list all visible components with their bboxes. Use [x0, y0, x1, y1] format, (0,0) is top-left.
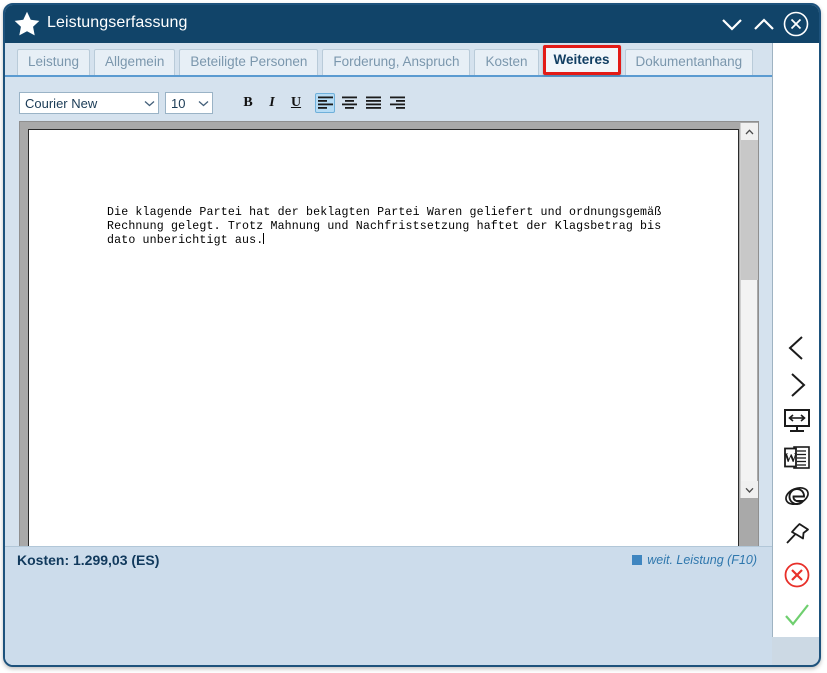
pushpin-icon — [786, 523, 809, 544]
chevron-down-icon — [140, 100, 158, 107]
tab-kosten[interactable]: Kosten — [474, 49, 539, 75]
align-center-icon — [341, 96, 357, 109]
chevron-down-icon — [722, 19, 742, 31]
chevron-left-icon — [788, 336, 803, 360]
align-justify-button[interactable] — [363, 93, 383, 113]
document-text: Die klagende Partei hat der beklagten Pa… — [107, 206, 677, 248]
previous-button[interactable] — [782, 333, 812, 363]
align-justify-icon — [365, 96, 381, 109]
tab-strip: Leistung Allgemein Beteiligte Personen F… — [5, 43, 772, 77]
red-circle-x-icon — [784, 562, 810, 588]
word-document-icon: W — [784, 446, 810, 469]
align-center-button[interactable] — [339, 93, 359, 113]
editor-vertical-scrollbar[interactable] — [740, 123, 758, 498]
tab-content-weiteres: Courier New 10 B I U Die klagende Partei… — [5, 77, 772, 605]
word-export-button[interactable]: W — [782, 443, 812, 473]
circle-x-icon — [783, 11, 809, 37]
svg-text:W: W — [784, 450, 797, 465]
bottom-filler — [5, 574, 772, 665]
format-toolbar: Courier New 10 B I U — [5, 77, 772, 117]
text-caret — [263, 233, 265, 244]
rich-text-editor: Die klagende Partei hat der beklagten Pa… — [19, 121, 759, 574]
window-frame: Leistungserfassung Leistung Allgemein Be… — [3, 3, 821, 667]
document-text-value: Die klagende Partei hat der beklagten Pa… — [107, 206, 662, 247]
maximize-button[interactable] — [749, 9, 779, 39]
tab-leistung[interactable]: Leistung — [17, 49, 91, 75]
green-check-icon — [785, 604, 809, 626]
vertical-scroll-thumb[interactable] — [741, 140, 758, 280]
font-family-value: Courier New — [25, 95, 98, 111]
bold-button[interactable]: B — [238, 93, 258, 113]
internet-explorer-icon — [785, 486, 809, 506]
font-size-value: 10 — [171, 95, 186, 111]
chevron-right-icon — [791, 373, 806, 397]
tab-allgemein[interactable]: Allgemein — [94, 49, 176, 75]
screen-width-button[interactable] — [782, 406, 812, 436]
italic-button[interactable]: I — [262, 93, 282, 113]
chevron-up-icon — [745, 128, 754, 134]
font-size-select[interactable]: 10 — [165, 92, 213, 114]
pin-button[interactable] — [782, 519, 812, 549]
title-bar: Leistungserfassung — [5, 5, 819, 43]
status-bar: Kosten: 1.299,03 (ES) weit. Leistung (F1… — [5, 546, 772, 574]
chevron-up-icon — [754, 18, 774, 30]
status-square-icon — [632, 555, 643, 565]
document-page[interactable]: Die klagende Partei hat der beklagten Pa… — [28, 129, 739, 549]
window-title: Leistungserfassung — [47, 14, 188, 31]
align-right-icon — [389, 96, 405, 109]
font-family-select[interactable]: Courier New — [19, 92, 159, 114]
tab-dokumentanhang[interactable]: Dokumentanhang — [624, 49, 754, 75]
scroll-down-button[interactable] — [741, 481, 758, 498]
application-window: Leistungserfassung Leistung Allgemein Be… — [0, 0, 827, 673]
browser-button[interactable] — [782, 481, 812, 511]
scroll-up-button[interactable] — [741, 123, 758, 140]
cancel-button[interactable] — [782, 560, 812, 590]
monitor-resize-icon — [784, 409, 810, 432]
weitere-leistung-label: weit. Leistung (F10) — [647, 553, 757, 567]
tab-weiteres[interactable]: Weiteres — [542, 45, 621, 75]
confirm-button[interactable] — [782, 600, 812, 630]
weitere-leistung-indicator[interactable]: weit. Leistung (F10) — [632, 553, 757, 567]
chevron-down-icon — [745, 487, 754, 493]
underline-button[interactable]: U — [286, 93, 306, 113]
side-tool-panel: W — [772, 43, 819, 637]
minimize-button[interactable] — [717, 9, 747, 39]
tab-forderung-anspruch[interactable]: Forderung, Anspruch — [322, 49, 471, 75]
align-right-button[interactable] — [387, 93, 407, 113]
kosten-value: Kosten: 1.299,03 (ES) — [17, 552, 160, 568]
align-left-icon — [317, 96, 333, 109]
window-controls — [717, 9, 811, 39]
align-left-button[interactable] — [315, 93, 335, 113]
close-button[interactable] — [781, 9, 811, 39]
star-icon — [14, 11, 40, 36]
next-button[interactable] — [782, 370, 812, 400]
chevron-down-icon — [194, 100, 212, 107]
tab-beteiligte-personen[interactable]: Beteiligte Personen — [179, 49, 319, 75]
